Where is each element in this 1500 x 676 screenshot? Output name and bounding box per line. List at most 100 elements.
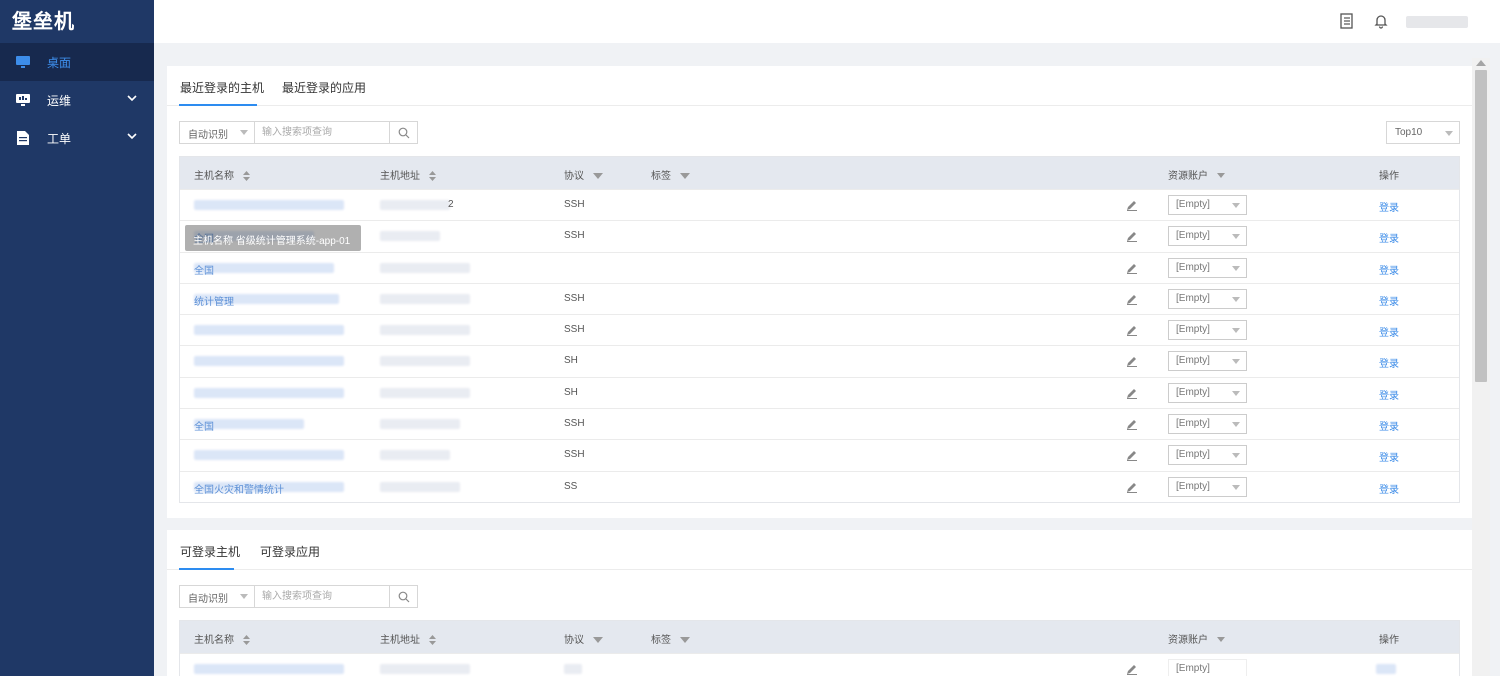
host-name-redacted [194,262,334,273]
filter-icon [679,636,690,643]
table-row: 全国 SSH [Empty] 登录 [180,408,1459,439]
edit-icon[interactable] [1126,199,1138,211]
sidebar-item-label: 桌面 [47,55,72,70]
col-host-address[interactable]: 主机地址 [380,631,436,646]
user-name[interactable] [1406,16,1468,28]
recent-hosts-table: 主机名称 主机地址 协议 标签 资源账户 操作 2 SSH [Empty] 登录 全国 S… [179,156,1460,503]
host-address-redacted [380,231,440,242]
col-host-name[interactable]: 主机名称 [194,167,250,182]
account-select[interactable]: [Empty] [1168,382,1247,403]
login-link[interactable]: 登录 [1379,293,1399,308]
login-link[interactable]: 登录 [1379,481,1399,496]
tab-recent-apps[interactable]: 最近登录的应用 [282,79,366,96]
account-select[interactable]: [Empty] [1168,659,1247,676]
sidebar-item-desktop[interactable]: 桌面 [0,43,154,81]
notes-icon[interactable] [1340,13,1356,29]
login-link[interactable]: 登录 [1379,230,1399,245]
account-select[interactable]: [Empty] [1168,257,1247,278]
sidebar-item-ops[interactable]: 运维 [0,81,154,119]
col-protocol[interactable]: 协议 [564,631,603,646]
edit-icon[interactable] [1126,262,1138,274]
host-address-redacted [380,293,470,304]
col-host-address[interactable]: 主机地址 [380,167,436,182]
filter-icon [679,172,690,179]
host-name-link[interactable]: 全国火灾和警情统计 [194,481,284,496]
login-link[interactable]: 登录 [1379,449,1399,464]
sort-icon [428,171,436,182]
edit-icon[interactable] [1126,663,1138,675]
active-tab-indicator [179,104,257,106]
account-select[interactable]: [Empty] [1168,351,1247,372]
account-select[interactable]: [Empty] [1168,226,1247,247]
host-name-redacted [194,664,344,674]
top-n-select[interactable]: Top10 [1386,121,1460,144]
host-name-redacted [194,387,344,398]
caret-down-icon [1232,265,1240,271]
col-host-name[interactable]: 主机名称 [194,631,250,646]
search-mode-select[interactable]: 自动识别 [180,586,255,607]
table-header: 主机名称 主机地址 协议 标签 资源账户 操作 [180,621,1459,653]
login-link[interactable]: 登录 [1379,418,1399,433]
sidebar: 堡垒机 桌面 运维 工单 [0,0,154,676]
edit-icon[interactable] [1126,481,1138,493]
login-link[interactable]: 登录 [1379,355,1399,370]
col-operation: 操作 [1379,635,1399,646]
sort-icon [242,635,250,646]
scrollbar-thumb[interactable] [1475,70,1487,382]
edit-icon[interactable] [1126,230,1138,243]
col-tag[interactable]: 标签 [651,631,690,646]
available-panel: 可登录主机 可登录应用 自动识别 主机名称 主机地址 协议 标签 资源账户 操作 [167,530,1472,676]
login-link[interactable]: 登录 [1379,262,1399,277]
protocol: SSH [564,199,585,210]
account-select[interactable]: [Empty] [1168,476,1247,497]
col-account[interactable]: 资源账户 [1168,167,1225,182]
recent-search: 自动识别 [179,121,418,144]
protocol: SSH [564,449,585,461]
col-account[interactable]: 资源账户 [1168,631,1225,646]
caret-down-icon [1232,422,1240,428]
account-select[interactable]: [Empty] [1168,320,1247,341]
search-input[interactable] [255,586,389,607]
edit-icon[interactable] [1126,449,1138,462]
caret-down-icon [240,594,248,599]
search-icon [398,591,409,602]
edit-icon[interactable] [1126,387,1138,399]
search-input[interactable] [255,122,389,143]
account-select[interactable]: [Empty] [1168,414,1247,435]
available-hosts-table: 主机名称 主机地址 协议 标签 资源账户 操作 [Empty] [179,620,1460,676]
login-link-redacted[interactable] [1376,664,1396,674]
account-select[interactable]: [Empty] [1168,445,1247,466]
bell-icon[interactable] [1374,13,1390,29]
host-name-tooltip: 主机名称 省级统计管理系统-app-01 [185,225,361,251]
account-select[interactable]: [Empty] [1168,195,1247,215]
edit-icon[interactable] [1126,355,1138,368]
host-name-link[interactable]: 全国 [194,262,214,277]
search-mode-select[interactable]: 自动识别 [180,122,255,143]
scroll-up-arrow-icon[interactable] [1476,60,1486,66]
account-value: [Empty] [1176,261,1210,273]
col-tag[interactable]: 标签 [651,167,690,182]
search-button[interactable] [389,586,417,607]
login-link[interactable]: 登录 [1379,387,1399,402]
protocol: SSH [564,418,585,430]
edit-icon[interactable] [1126,324,1138,337]
login-link[interactable]: 登录 [1379,199,1399,214]
top-n-value: Top10 [1395,127,1423,138]
col-protocol[interactable]: 协议 [564,167,603,182]
login-link[interactable]: 登录 [1379,324,1399,339]
tab-available-hosts[interactable]: 可登录主机 [180,543,240,560]
edit-icon[interactable] [1126,293,1138,305]
tab-recent-hosts[interactable]: 最近登录的主机 [180,79,264,96]
protocol: SSH [564,230,585,242]
account-select[interactable]: [Empty] [1168,288,1247,309]
sidebar-item-tickets[interactable]: 工单 [0,119,154,157]
host-name-link[interactable]: 全国 [194,418,214,433]
host-name-link[interactable]: 统计管理 [194,293,234,308]
table-row: 全国火灾和警情统计 SS [Empty] 登录 [180,470,1459,502]
caret-down-icon [240,130,248,135]
host-address-redacted [380,419,460,430]
edit-icon[interactable] [1126,418,1138,431]
search-button[interactable] [389,122,417,143]
table-body: 2 SSH [Empty] 登录 全国 SSH [Empty] 登录 全国 [Empty] 登录 统计… [180,189,1459,502]
tab-available-apps[interactable]: 可登录应用 [260,543,320,560]
